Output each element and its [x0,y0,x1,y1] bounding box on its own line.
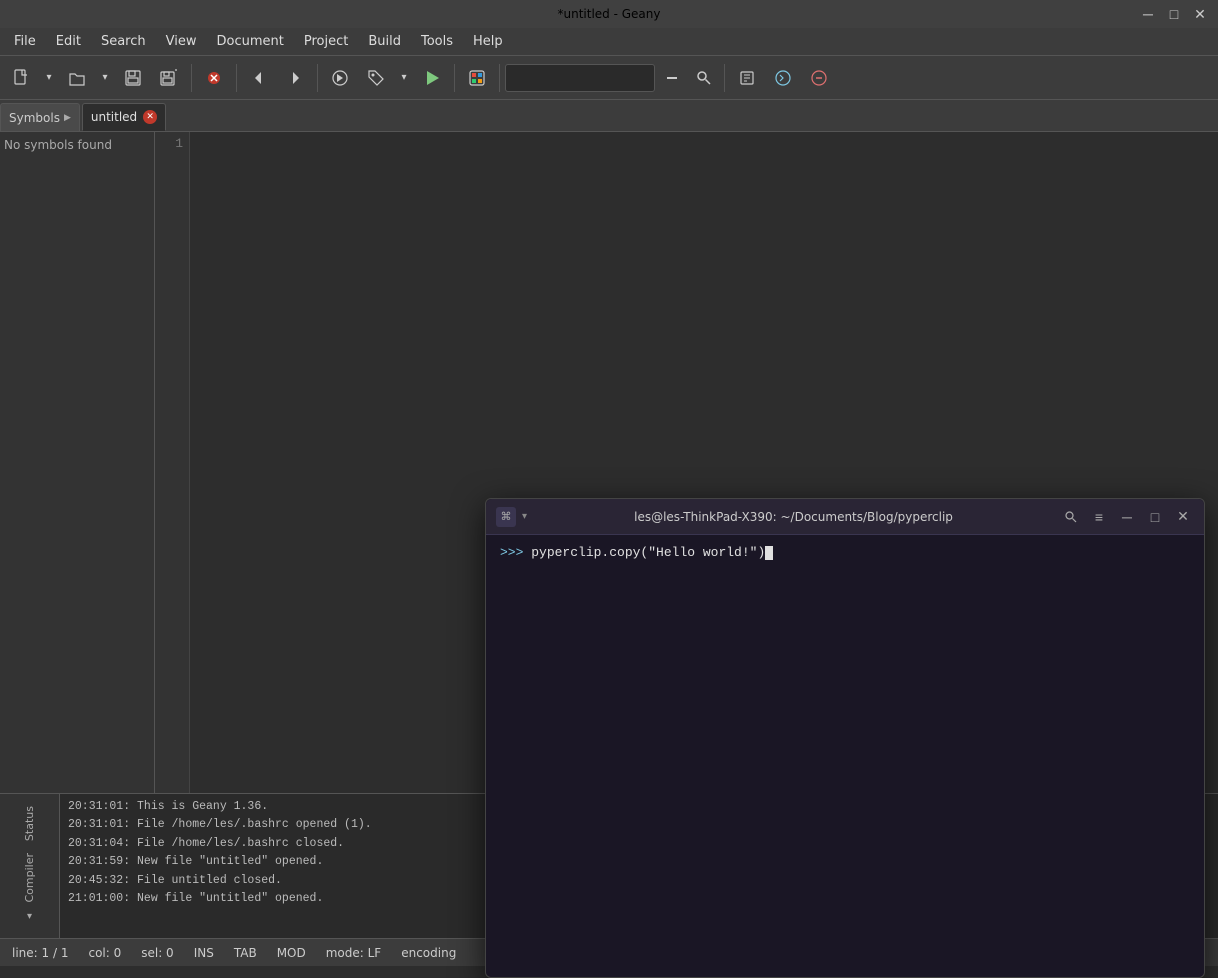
toolbar-sep-2 [236,64,237,92]
window-title: *untitled - Geany [558,7,661,21]
sidebar: No symbols found [0,132,155,793]
symbols-tab-label: Symbols [9,111,60,125]
status-col: col: 0 [88,946,121,960]
compiler-label[interactable]: Compiler [21,849,38,907]
status-sel: sel: 0 [141,946,173,960]
tag-dropdown[interactable]: ▾ [395,61,413,95]
close-window-button[interactable]: ✕ [1190,4,1210,24]
terminal-content[interactable]: >>> pyperclip.copy("Hello world!") [486,535,1204,977]
bottom-expand-arrow[interactable]: ▾ [27,911,32,922]
search-input[interactable] [505,64,655,92]
menu-search[interactable]: Search [91,31,156,52]
titlebar: *untitled - Geany ─ □ ✕ [0,0,1218,28]
bottom-sidebar: Status Compiler ▾ [0,794,60,938]
run-button[interactable] [415,61,449,95]
terminal-prompt: >>> [500,545,523,560]
save-all-button[interactable] [152,61,186,95]
menu-help[interactable]: Help [463,31,513,52]
window-controls: ─ □ ✕ [1138,4,1210,24]
symbols-tab-arrow: ▶ [64,113,71,123]
save-file-button[interactable] [116,61,150,95]
menubar: File Edit Search View Document Project B… [0,28,1218,56]
color-picker-button[interactable] [460,61,494,95]
toolbar-sep-4 [454,64,455,92]
maximize-button[interactable]: □ [1164,4,1184,24]
terminal-minimize-button[interactable]: ─ [1116,506,1138,528]
toolbar-sep-6 [724,64,725,92]
untitled-tab-label: untitled [91,110,137,124]
status-mod: MOD [277,946,306,960]
untitled-tab[interactable]: untitled ✕ [82,103,166,131]
menu-build[interactable]: Build [358,31,411,52]
terminal-restore-button[interactable]: □ [1144,506,1166,528]
tab-close-button[interactable]: ✕ [143,110,157,124]
nav-forward-button[interactable] [278,61,312,95]
open-file-dropdown[interactable]: ▾ [96,61,114,95]
close-current-button[interactable] [197,61,231,95]
nav-back-button[interactable] [242,61,276,95]
toolbar-sep-1 [191,64,192,92]
terminal-title: les@les-ThinkPad-X390: ~/Documents/Blog/… [535,510,1052,524]
terminal-close-button[interactable]: ✕ [1172,506,1194,528]
compile-button[interactable] [323,61,357,95]
toolbar: ▾ ▾ [0,56,1218,100]
macro-button[interactable] [766,61,800,95]
minimize-button[interactable]: ─ [1138,4,1158,24]
symbols-tab[interactable]: Symbols ▶ [0,103,80,131]
terminal-controls: ≡ ─ □ ✕ [1060,506,1194,528]
terminal-menu-button[interactable]: ≡ [1088,506,1110,528]
menu-edit[interactable]: Edit [46,31,91,52]
menu-view[interactable]: View [156,31,207,52]
tab-row: Symbols ▶ untitled ✕ [0,100,1218,132]
status-label[interactable]: Status [21,802,38,845]
terminal-window: ⌘ ▾ les@les-ThinkPad-X390: ~/Documents/B… [485,498,1205,978]
menu-project[interactable]: Project [294,31,358,52]
new-file-dropdown[interactable]: ▾ [40,61,58,95]
terminal-dropdown-arrow[interactable]: ▾ [522,511,527,522]
toolbar-sep-3 [317,64,318,92]
menu-tools[interactable]: Tools [411,31,463,52]
open-file-button[interactable] [60,61,94,95]
status-line: line: 1 / 1 [12,946,68,960]
jump-to-button[interactable] [730,61,764,95]
find-button[interactable] [689,64,719,92]
terminal-command: pyperclip.copy("Hello world!") [531,545,765,560]
status-ins: INS [194,946,214,960]
menu-document[interactable]: Document [206,31,293,52]
toolbar-sep-5 [499,64,500,92]
no-symbols-text: No symbols found [4,138,112,152]
status-encoding: encoding [401,946,456,960]
terminal-tab-icon: ⌘ [496,507,516,527]
tag-button[interactable] [359,61,393,95]
line-number-1: 1 [161,136,183,151]
terminal-cursor [765,546,773,560]
terminal-search-button[interactable] [1060,506,1082,528]
terminal-titlebar: ⌘ ▾ les@les-ThinkPad-X390: ~/Documents/B… [486,499,1204,535]
line-numbers: 1 [155,132,190,793]
terminal-tab-area: ⌘ ▾ [496,507,527,527]
status-tab: TAB [234,946,257,960]
new-file-button[interactable] [4,61,38,95]
clear-search-button[interactable] [657,64,687,92]
status-mode: mode: LF [326,946,381,960]
extra-button[interactable] [802,61,836,95]
menu-file[interactable]: File [4,31,46,52]
